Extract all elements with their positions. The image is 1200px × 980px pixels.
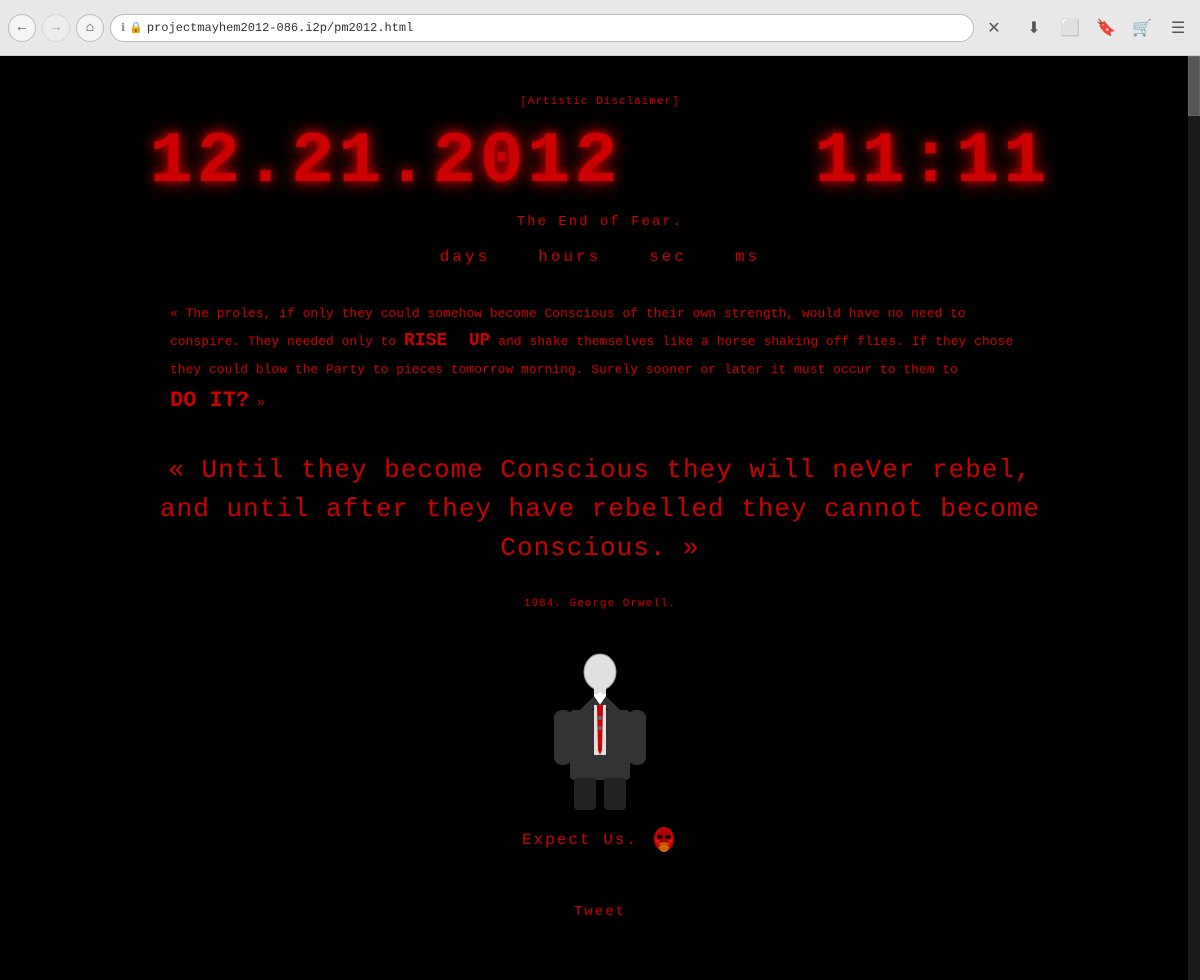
first-quote-block: « The proles, if only they could somehow… bbox=[150, 302, 1050, 421]
clock-time: 11:11 bbox=[814, 126, 1050, 198]
forward-button[interactable]: → bbox=[42, 14, 70, 42]
attribution: 1984. George Orwell. bbox=[524, 598, 676, 610]
back-button[interactable]: ← bbox=[8, 14, 36, 42]
suit-figure bbox=[550, 650, 650, 810]
subtitle: The End of Fear. bbox=[517, 214, 683, 230]
cart-button[interactable]: 🛒 bbox=[1128, 14, 1156, 42]
suit-svg bbox=[550, 650, 650, 810]
menu-button[interactable]: ☰ bbox=[1164, 14, 1192, 42]
clock-display: 12.21.2012 11:11 bbox=[150, 126, 1051, 198]
countdown-ms: ms bbox=[735, 248, 760, 266]
countdown-sec: sec bbox=[649, 248, 687, 266]
expect-us-container: Expect Us. bbox=[522, 826, 678, 854]
bookmark-button[interactable]: 🔖 bbox=[1092, 14, 1120, 42]
lock-icon: 🔒 bbox=[129, 21, 143, 35]
do-it-text: DO IT? bbox=[170, 388, 249, 413]
large-quote: « Until they become Conscious they will … bbox=[150, 451, 1050, 568]
scrollbar-thumb[interactable] bbox=[1188, 56, 1200, 116]
clock-space bbox=[671, 126, 765, 198]
browser-chrome: ← → ⌂ ℹ 🔒 projectmayhem2012-086.i2p/pm20… bbox=[0, 0, 1200, 56]
large-quote-line2: and until after they have rebelled they … bbox=[150, 490, 1050, 568]
tweet-link[interactable]: Tweet bbox=[574, 904, 626, 920]
clock-date: 12.21.2012 bbox=[150, 126, 622, 198]
info-icon: ℹ bbox=[121, 21, 125, 35]
artistic-disclaimer: [Artistic Disclaimer] bbox=[520, 96, 680, 108]
scrollbar-track[interactable] bbox=[1188, 56, 1200, 980]
page-content: [Artistic Disclaimer] 12.21.2012 11:11 T… bbox=[0, 56, 1200, 980]
countdown-days: days bbox=[440, 248, 490, 266]
expect-us-text: Expect Us. bbox=[522, 831, 638, 849]
guy-fawkes-mask-icon bbox=[650, 826, 678, 854]
rise-up-text: RISE UP bbox=[404, 331, 490, 351]
browser-actions: ⬇ ⬜ 🔖 🛒 ☰ bbox=[1020, 14, 1192, 42]
url-text: projectmayhem2012-086.i2p/pm2012.html bbox=[147, 21, 413, 35]
countdown-hours: hours bbox=[538, 248, 601, 266]
download-button[interactable]: ⬇ bbox=[1020, 14, 1048, 42]
large-quote-line1: « Until they become Conscious they will … bbox=[150, 451, 1050, 490]
countdown-labels: days hours sec ms bbox=[440, 248, 760, 266]
home-button[interactable]: ⌂ bbox=[76, 14, 104, 42]
window-button[interactable]: ⬜ bbox=[1056, 14, 1084, 42]
close-tab-button[interactable]: ✕ bbox=[980, 14, 1008, 42]
quote-end: » bbox=[249, 395, 265, 410]
address-bar[interactable]: ℹ 🔒 projectmayhem2012-086.i2p/pm2012.htm… bbox=[110, 14, 974, 42]
